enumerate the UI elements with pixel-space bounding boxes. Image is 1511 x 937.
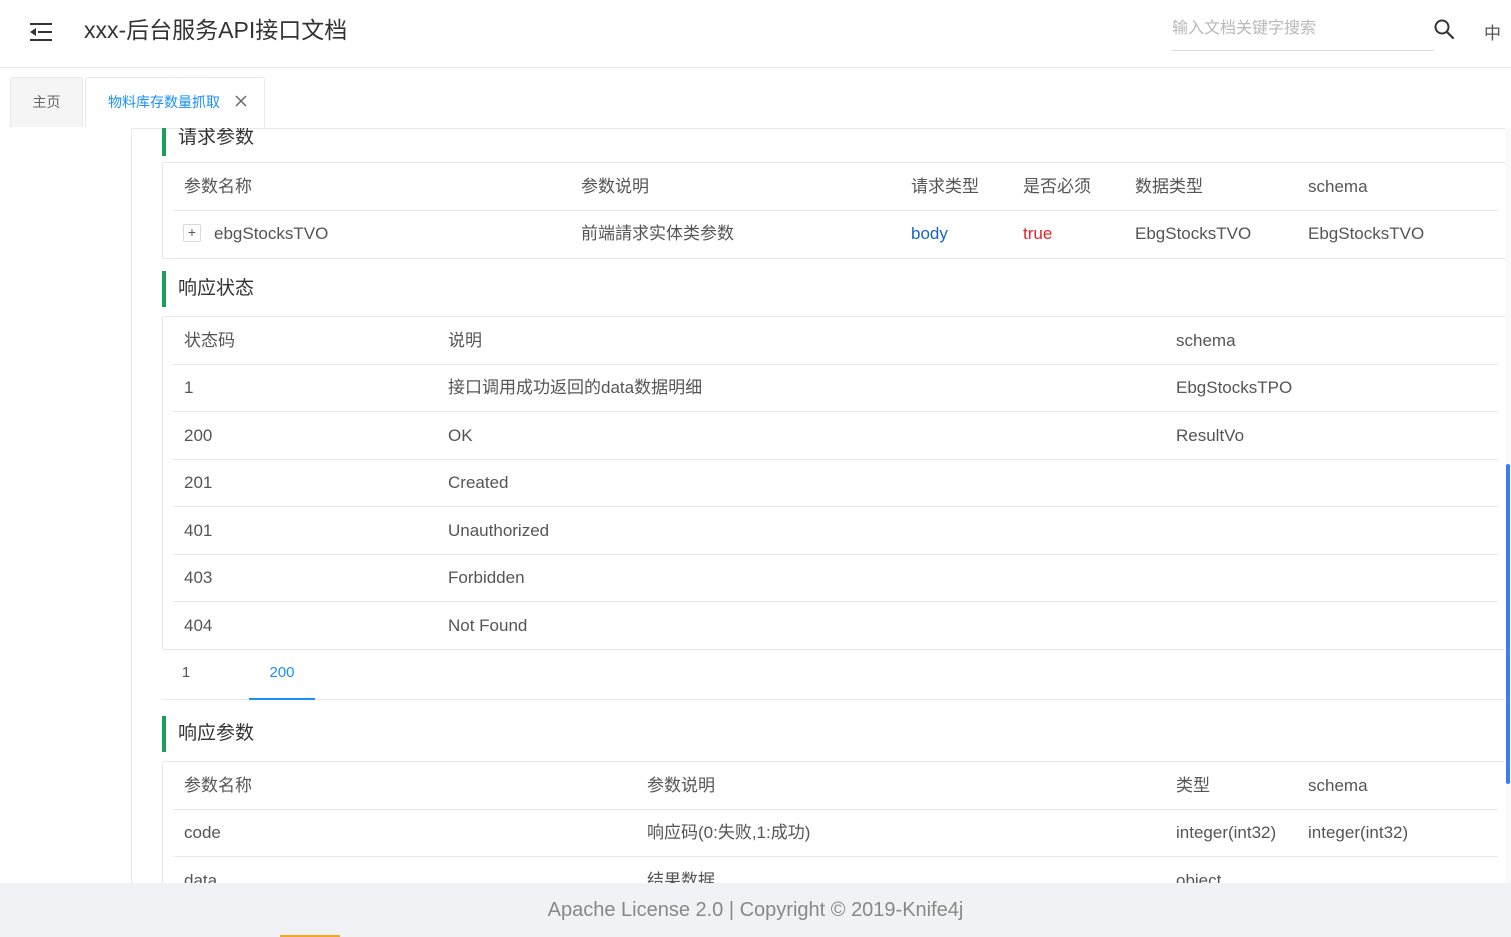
status-desc: Forbidden (448, 568, 525, 587)
table-row: data 结果数据 object (173, 857, 1498, 883)
param-name: code (184, 823, 221, 842)
search-box (1172, 12, 1434, 51)
scrollbar[interactable] (1505, 128, 1511, 883)
status-desc: 接口调用成功返回的data数据明细 (448, 378, 703, 397)
menu-fold-icon[interactable] (28, 21, 54, 43)
tab-label: 物料库存数量抓取 (108, 94, 220, 110)
status-schema[interactable]: EbgStocksTPO (1176, 364, 1292, 411)
param-desc: 结果数据 (647, 871, 715, 883)
section-title-response-params: 响应参数 (162, 716, 254, 752)
column-header: schema (1308, 776, 1368, 795)
status-code: 200 (184, 426, 213, 445)
table-header-row: 状态码 说明 schema (173, 317, 1498, 365)
table-row: + ebgStocksTVO 前端請求实体类参数 body true EbgSt… (173, 210, 1498, 257)
column-header: 参数说明 (581, 177, 649, 196)
param-desc: 响应码(0:失败,1:成功) (647, 823, 811, 842)
column-header: 参数名称 (184, 776, 252, 795)
param-schema[interactable]: EbgStocksTVO (1308, 210, 1424, 257)
table-row: 401 Unauthorized (173, 507, 1498, 555)
main-content: 请求参数 参数名称 参数说明 请求类型 是否必须 数据类型 schema + e… (132, 128, 1511, 883)
section-title-response-status: 响应状态 (162, 271, 254, 307)
response-status-table: 状态码 说明 schema 1 接口调用成功返回的data数据明细 EbgSto… (162, 316, 1509, 650)
column-header: 说明 (448, 331, 482, 350)
scrollbar-thumb[interactable] (1506, 464, 1510, 784)
table-row: 403 Forbidden (173, 554, 1498, 602)
search-input[interactable] (1172, 12, 1422, 46)
param-desc: 前端請求实体类参数 (581, 224, 734, 243)
status-code: 401 (184, 521, 213, 540)
table-row: code 响应码(0:失败,1:成功) integer(int32) integ… (173, 809, 1498, 857)
status-schema[interactable]: ResultVo (1176, 412, 1244, 459)
table-header-row: 参数名称 参数说明 请求类型 是否必须 数据类型 schema (173, 163, 1498, 211)
tab-material-stock[interactable]: 物料库存数量抓取 (85, 77, 265, 128)
column-header: 请求类型 (911, 177, 979, 196)
response-params-table: 参数名称 参数说明 类型 schema code 响应码(0:失败,1:成功) … (162, 761, 1509, 883)
request-params-table: 参数名称 参数说明 请求类型 是否必须 数据类型 schema + ebgSto… (162, 162, 1509, 259)
app-title: xxx-后台服务API接口文档 (84, 17, 348, 43)
param-type: object (1176, 871, 1222, 883)
status-desc: OK (448, 426, 473, 445)
expand-button[interactable]: + (183, 224, 201, 242)
response-code-tabs: 1 200 (162, 648, 1507, 700)
tab-response-1[interactable]: 1 (162, 648, 210, 698)
status-code: 1 (184, 378, 194, 397)
left-sidebar (0, 128, 132, 883)
column-header: 类型 (1176, 776, 1210, 795)
column-header: 是否必须 (1023, 177, 1091, 196)
tab-response-200[interactable]: 200 (249, 648, 315, 700)
table-row: 404 Not Found (173, 602, 1498, 649)
status-desc: Created (448, 473, 509, 492)
param-schema: integer(int32) (1308, 823, 1409, 842)
param-type: integer(int32) (1176, 823, 1277, 842)
status-desc: Unauthorized (448, 521, 550, 540)
tabs-bar: 主页 物料库存数量抓取 (0, 68, 1511, 129)
language-switch[interactable]: 中 (1484, 19, 1501, 44)
status-code: 404 (184, 616, 213, 635)
column-header: schema (1308, 177, 1368, 196)
footer: Apache License 2.0 | Copyright © 2019-Kn… (0, 883, 1511, 937)
search-icon[interactable] (1433, 18, 1455, 40)
status-code: 403 (184, 568, 213, 587)
param-required: true (1023, 224, 1053, 243)
param-name: data (184, 871, 218, 883)
column-header: schema (1176, 331, 1236, 350)
param-data-type: EbgStocksTVO (1135, 224, 1252, 243)
status-desc: Not Found (448, 616, 528, 635)
table-row: 200 OK ResultVo (173, 412, 1498, 460)
column-header: 数据类型 (1135, 177, 1203, 196)
status-code: 201 (184, 473, 213, 492)
section-title-request-params: 请求参数 (162, 128, 254, 156)
tab-home[interactable]: 主页 (10, 77, 83, 127)
table-row: 1 接口调用成功返回的data数据明细 EbgStocksTPO (173, 364, 1498, 412)
param-request-type: body (911, 224, 948, 243)
table-row: 201 Created (173, 459, 1498, 507)
top-header: xxx-后台服务API接口文档 中 (0, 0, 1511, 68)
footer-copyright: Apache License 2.0 | Copyright © 2019-Kn… (547, 899, 964, 921)
column-header: 参数说明 (647, 776, 715, 795)
column-header: 参数名称 (184, 177, 252, 196)
table-header-row: 参数名称 参数说明 类型 schema (173, 762, 1498, 810)
close-icon[interactable] (234, 94, 248, 108)
param-name: ebgStocksTVO (214, 224, 329, 243)
column-header: 状态码 (184, 331, 235, 350)
